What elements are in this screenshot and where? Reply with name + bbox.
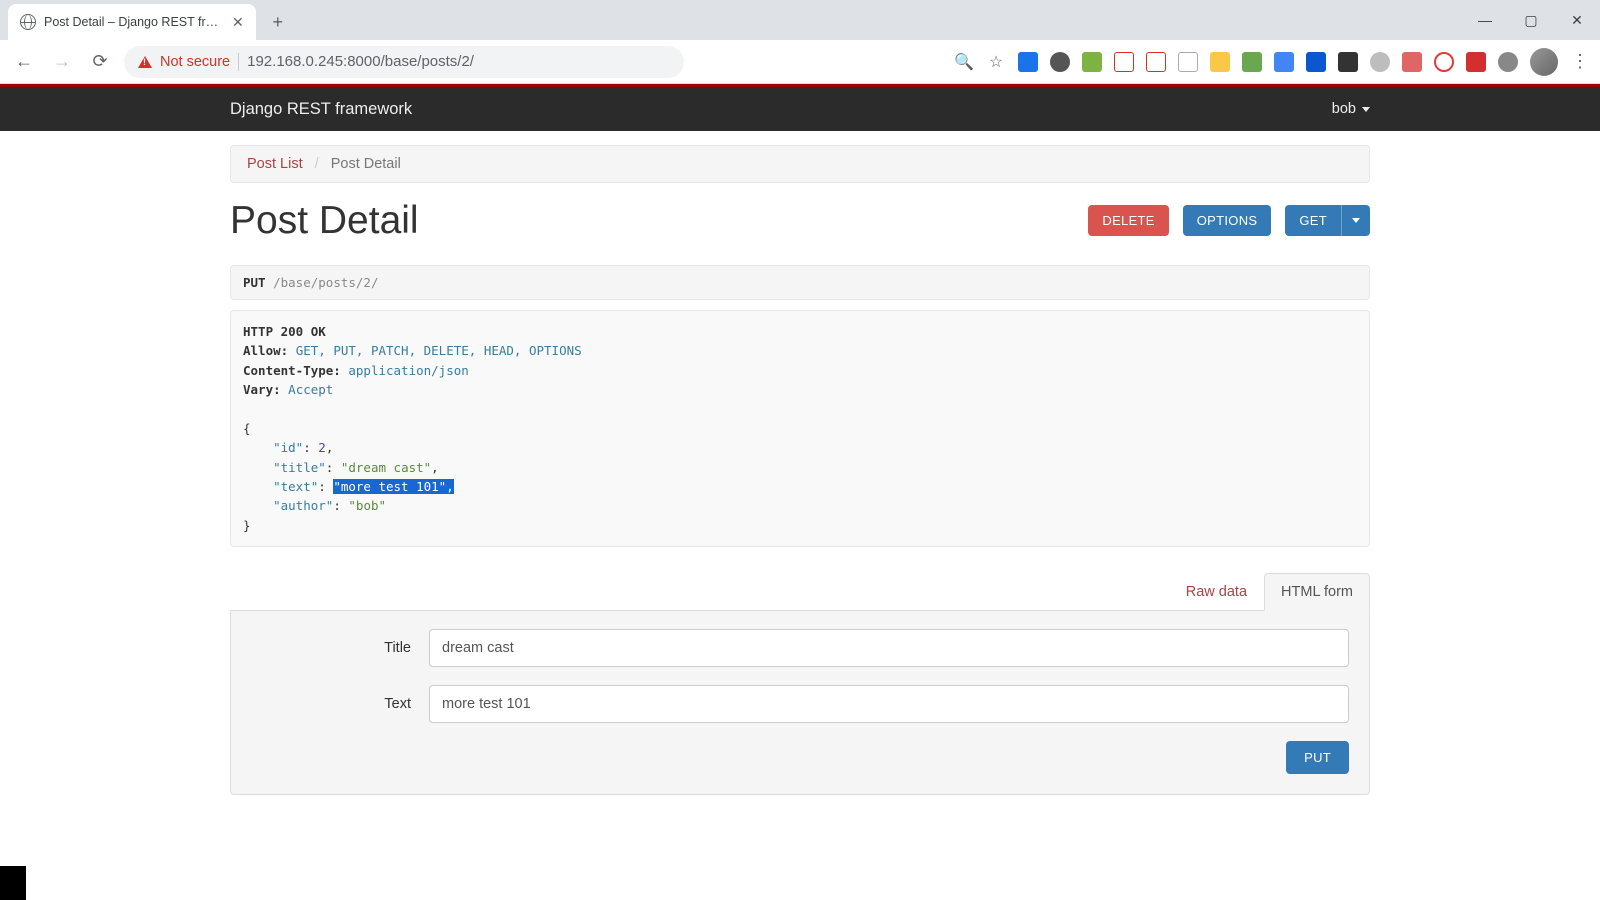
json-text-val-selected: "more test 101" — [333, 479, 446, 494]
json-title-key: "title" — [273, 460, 326, 475]
tab-close-icon[interactable]: ✕ — [232, 14, 244, 31]
ext-icon-2[interactable] — [1050, 52, 1070, 72]
options-button[interactable]: OPTIONS — [1183, 205, 1272, 236]
zoom-icon[interactable]: 🔍 — [954, 52, 974, 72]
ext-icon-11[interactable] — [1338, 52, 1358, 72]
vary-value: Accept — [288, 382, 333, 397]
form-tabs: Raw data HTML form — [230, 573, 1370, 611]
text-label: Text — [251, 696, 429, 712]
window-maximize-button[interactable]: ▢ — [1508, 0, 1554, 40]
delete-button[interactable]: DELETE — [1088, 205, 1168, 236]
json-id-val: 2 — [318, 440, 326, 455]
breadcrumb-sep: / — [307, 156, 327, 172]
ext-icon-7[interactable] — [1210, 52, 1230, 72]
get-button-group: GET — [1285, 205, 1370, 236]
globe-icon — [20, 14, 36, 30]
translate-icon[interactable] — [1274, 52, 1294, 72]
request-line: PUT /base/posts/2/ — [230, 265, 1370, 300]
breadcrumb: Post List / Post Detail — [230, 145, 1370, 183]
new-tab-button[interactable]: + — [264, 8, 292, 36]
ext-icon-16[interactable] — [1498, 52, 1518, 72]
gmail-icon[interactable] — [1114, 52, 1134, 72]
browser-tab[interactable]: Post Detail – Django REST framew ✕ — [8, 4, 256, 40]
ext-icon-14[interactable] — [1434, 52, 1454, 72]
star-icon[interactable]: ☆ — [986, 52, 1006, 72]
ext-icon-6[interactable] — [1178, 52, 1198, 72]
response-block: HTTP 200 OK Allow: GET, PUT, PATCH, DELE… — [230, 310, 1370, 547]
title-input[interactable] — [429, 629, 1349, 667]
browser-toolbar: ← → ⟳ Not secure 192.168.0.245:8000/base… — [0, 40, 1600, 84]
status-line: HTTP 200 OK — [243, 324, 326, 339]
ext-icon-15[interactable] — [1466, 52, 1486, 72]
omnibox-divider — [238, 53, 239, 71]
ext-icon-8[interactable] — [1242, 52, 1262, 72]
request-method: PUT — [243, 275, 266, 290]
reload-button[interactable]: ⟳ — [86, 48, 114, 76]
ext-icon-1[interactable] — [1018, 52, 1038, 72]
site-navbar: Django REST framework bob — [0, 87, 1600, 131]
url-text: 192.168.0.245:8000/base/posts/2/ — [247, 53, 474, 70]
user-name: bob — [1332, 101, 1356, 117]
tab-raw-data[interactable]: Raw data — [1169, 573, 1264, 611]
form-panel: Title Text PUT — [230, 610, 1370, 795]
tab-bar: Post Detail – Django REST framew ✕ + — ▢… — [0, 0, 1600, 40]
back-button[interactable]: ← — [10, 48, 38, 76]
json-author-val: "bob" — [348, 498, 386, 513]
breadcrumb-parent-link[interactable]: Post List — [247, 156, 303, 172]
page-viewport: Django REST framework bob Post List / Po… — [0, 84, 1600, 900]
bottom-left-overlay — [0, 866, 26, 900]
chevron-down-icon — [1362, 107, 1370, 112]
ctype-label: Content-Type: — [243, 363, 341, 378]
ext-icon-3[interactable] — [1082, 52, 1102, 72]
put-button[interactable]: PUT — [1286, 741, 1349, 774]
json-text-key: "text" — [273, 479, 318, 494]
window-controls: — ▢ ✕ — [1462, 0, 1600, 40]
page-title: Post Detail — [230, 199, 419, 243]
allow-value: GET, PUT, PATCH, DELETE, HEAD, OPTIONS — [296, 343, 582, 358]
get-button[interactable]: GET — [1285, 205, 1341, 236]
forward-button: → — [48, 48, 76, 76]
tab-title: Post Detail – Django REST framew — [44, 15, 224, 29]
ext-icon-12[interactable] — [1370, 52, 1390, 72]
window-minimize-button[interactable]: — — [1462, 0, 1508, 40]
warning-icon — [138, 56, 152, 68]
user-menu[interactable]: bob — [1332, 101, 1370, 117]
ext-icon-13[interactable] — [1402, 52, 1422, 72]
window-close-button[interactable]: ✕ — [1554, 0, 1600, 40]
ext-icon-10[interactable] — [1306, 52, 1326, 72]
ctype-value: application/json — [348, 363, 468, 378]
vary-label: Vary: — [243, 382, 281, 397]
json-author-key: "author" — [273, 498, 333, 513]
chrome-menu-icon[interactable]: ⋮ — [1570, 51, 1590, 72]
request-path: /base/posts/2/ — [273, 275, 378, 290]
tab-html-form[interactable]: HTML form — [1264, 573, 1370, 611]
text-input[interactable] — [429, 685, 1349, 723]
ext-icon-5[interactable] — [1146, 52, 1166, 72]
browser-chrome: Post Detail – Django REST framew ✕ + — ▢… — [0, 0, 1600, 84]
json-text-comma-selected: , — [446, 479, 454, 494]
json-id-key: "id" — [273, 440, 303, 455]
json-title-val: "dream cast" — [341, 460, 431, 475]
breadcrumb-current: Post Detail — [331, 156, 401, 172]
get-dropdown-toggle[interactable] — [1341, 205, 1370, 236]
not-secure-label: Not secure — [160, 54, 230, 70]
action-buttons: DELETE OPTIONS GET — [1088, 205, 1370, 236]
allow-label: Allow: — [243, 343, 288, 358]
title-label: Title — [251, 640, 429, 656]
brand-title[interactable]: Django REST framework — [230, 100, 412, 119]
address-bar[interactable]: Not secure 192.168.0.245:8000/base/posts… — [124, 46, 684, 78]
chevron-down-icon — [1352, 218, 1360, 223]
toolbar-right: 🔍 ☆ ⋮ — [954, 48, 1590, 76]
profile-avatar[interactable] — [1530, 48, 1558, 76]
